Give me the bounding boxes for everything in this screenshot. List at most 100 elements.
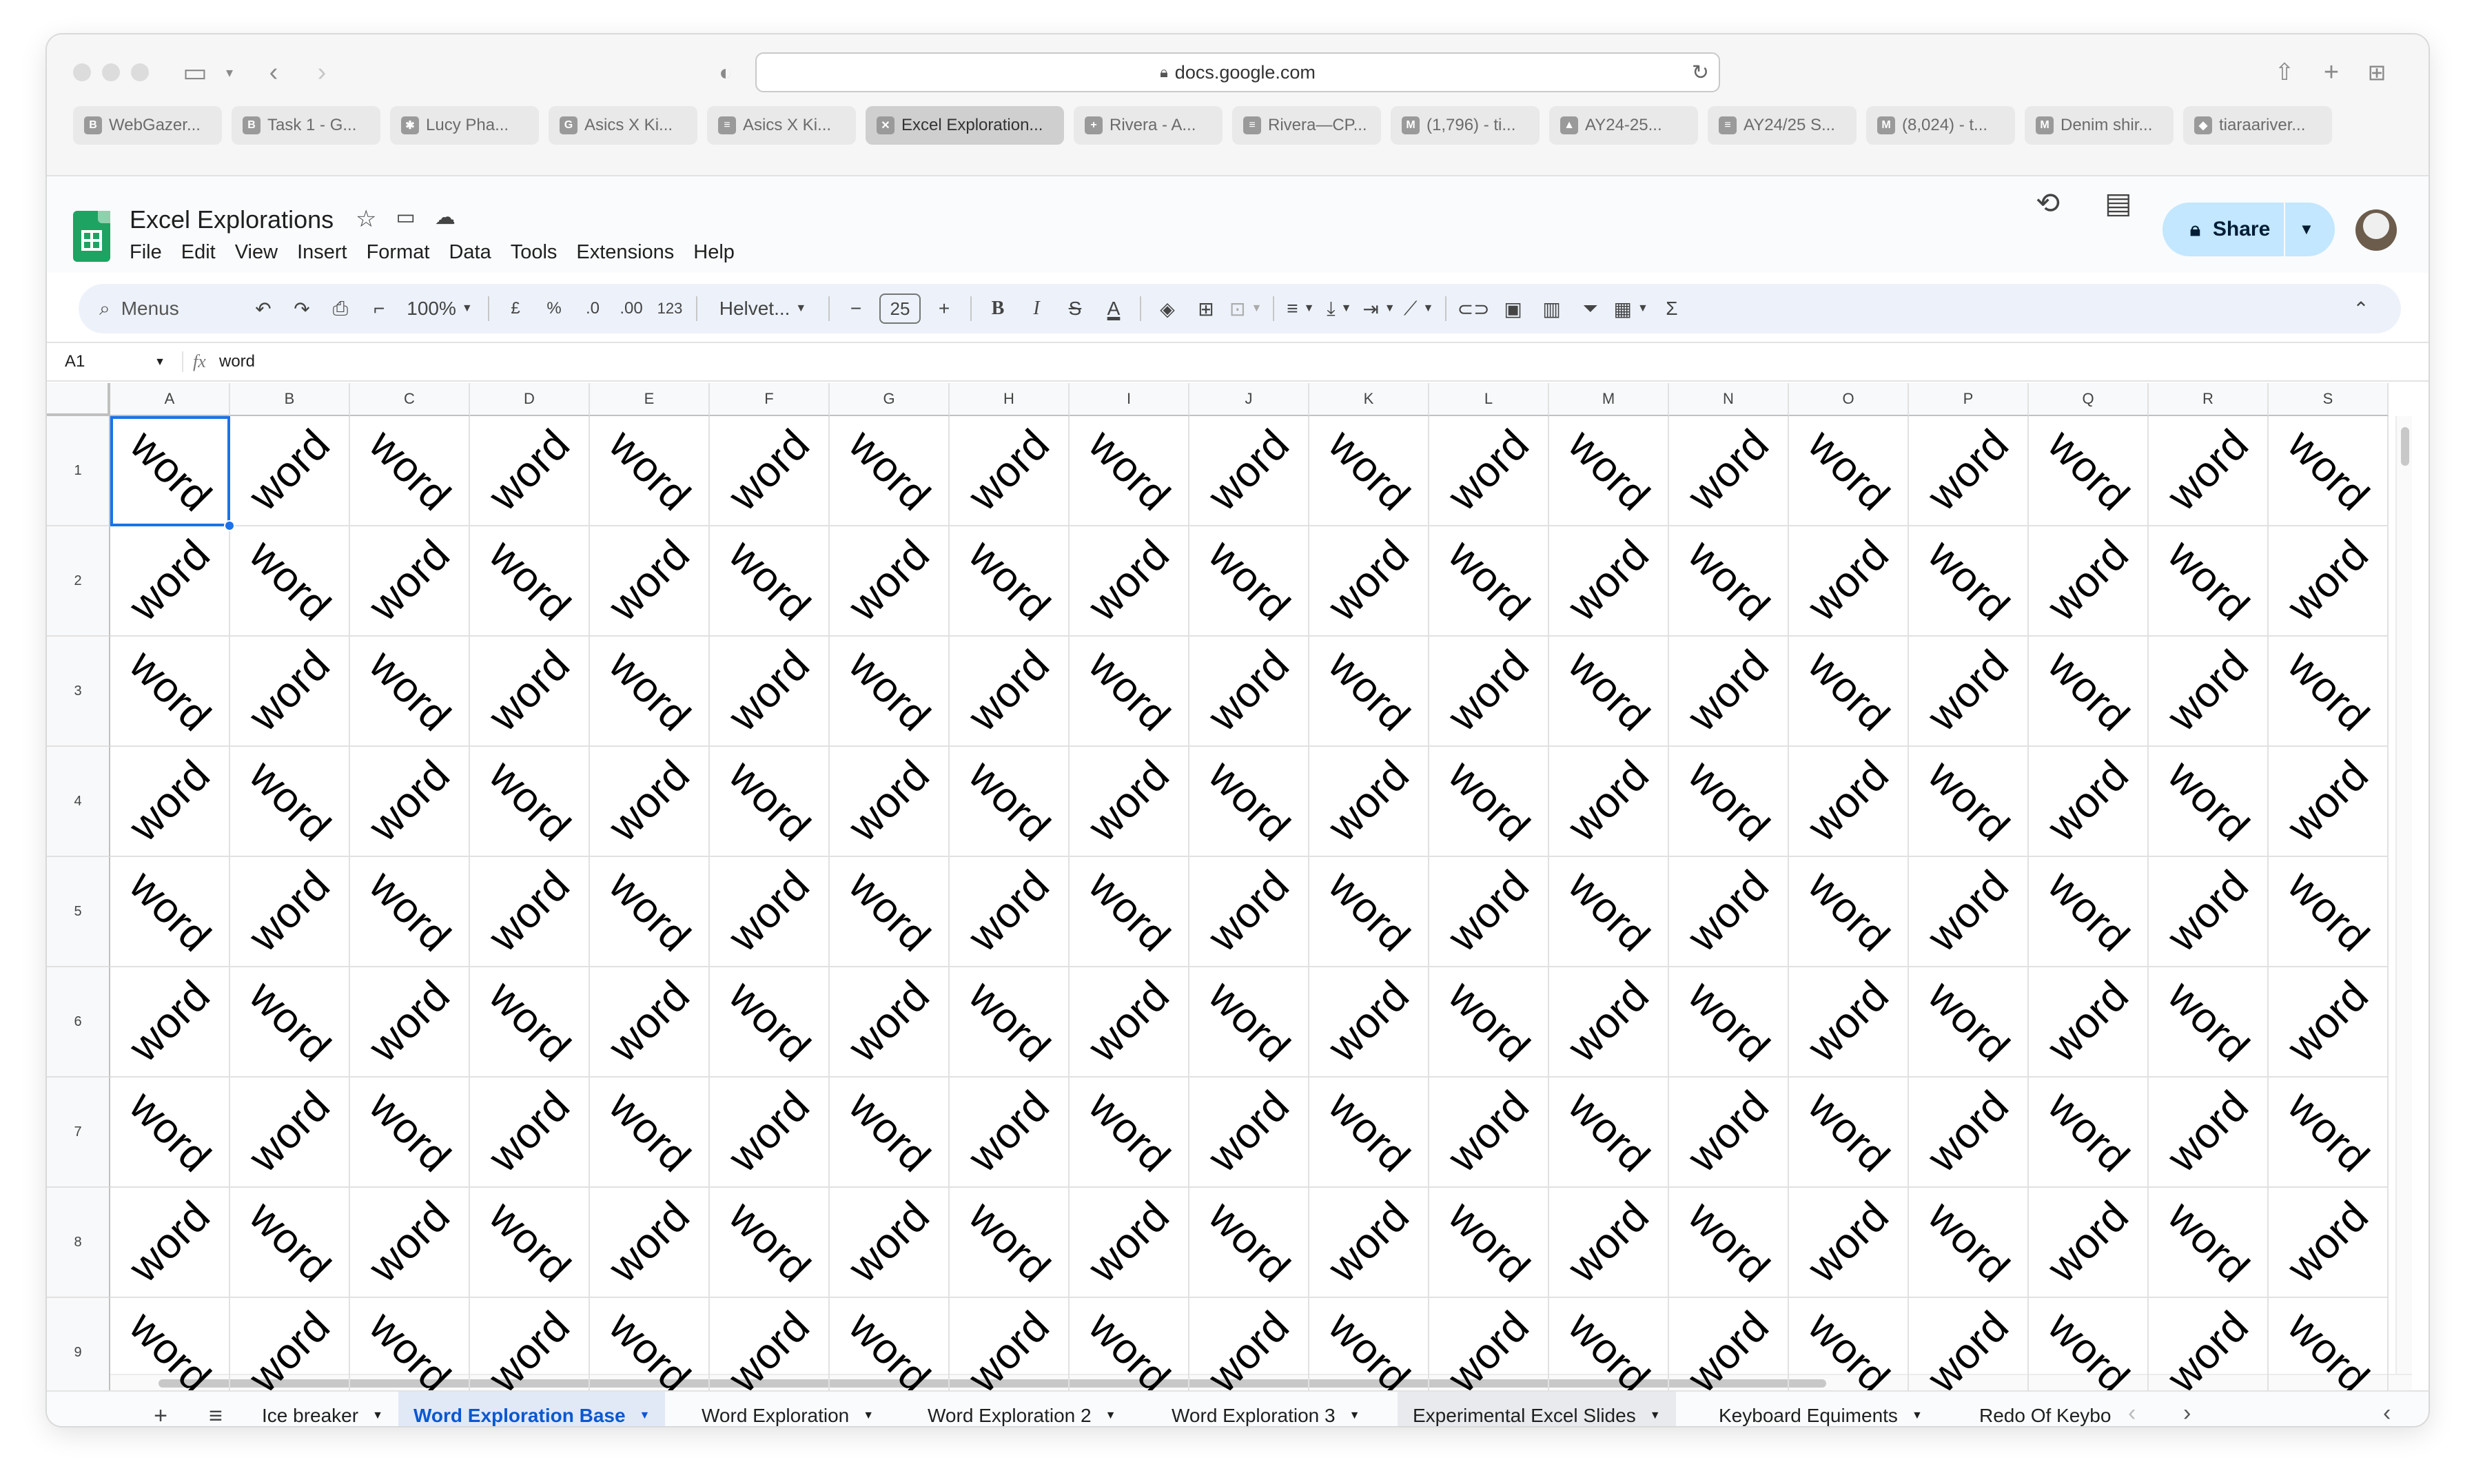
grid-cell[interactable]: word <box>950 416 1070 526</box>
currency-format-button[interactable]: £ <box>496 289 535 328</box>
document-title[interactable]: Excel Explorations <box>130 205 334 234</box>
grid-cell[interactable]: word <box>110 526 230 637</box>
browser-tab[interactable]: + Rivera - A... <box>1074 106 1223 145</box>
row-header[interactable]: 9 <box>47 1298 110 1390</box>
grid-cell[interactable]: word <box>2149 967 2269 1078</box>
column-header[interactable]: B <box>230 383 350 416</box>
grid-cell[interactable]: word <box>1189 1298 1309 1390</box>
menu-item-help[interactable]: Help <box>693 241 735 264</box>
grid-cell[interactable]: word <box>1909 637 2029 747</box>
sidebar-icon[interactable]: ▭ <box>178 55 212 90</box>
redo-icon[interactable]: ↷ <box>283 289 321 328</box>
grid-cell[interactable]: word <box>1669 747 1789 857</box>
grid-cell[interactable]: word <box>230 1188 350 1298</box>
row-header[interactable]: 5 <box>47 857 110 967</box>
browser-tab[interactable]: M (1,796) - ti... <box>1391 106 1540 145</box>
grid-cell[interactable]: word <box>1789 857 1909 967</box>
spreadsheet-grid[interactable]: A B C D E F G H I J K L M N O P Q R S 1 word word word word word… <box>47 383 2412 1390</box>
grid-cell[interactable]: word <box>830 526 950 637</box>
grid-cell[interactable]: word <box>1189 1188 1309 1298</box>
grid-cell[interactable]: word <box>2269 637 2389 747</box>
grid-cell[interactable]: word <box>2149 1078 2269 1188</box>
menu-item-file[interactable]: File <box>130 241 162 264</box>
menu-item-data[interactable]: Data <box>449 241 491 264</box>
number-format-button[interactable]: 123 <box>651 289 689 328</box>
grid-cell[interactable]: word <box>590 637 710 747</box>
filter-views-icon[interactable]: ▦ ▼ <box>1610 289 1653 328</box>
column-header[interactable]: K <box>1309 383 1429 416</box>
grid-cell[interactable]: word <box>1309 1078 1429 1188</box>
font-size-input[interactable]: 25 <box>879 293 921 324</box>
menu-item-edit[interactable]: Edit <box>181 241 216 264</box>
sheet-tab[interactable]: Word Exploration Base ▼ <box>398 1392 666 1426</box>
scroll-tabs-right-icon[interactable]: › <box>2183 1400 2191 1426</box>
grid-cell[interactable]: word <box>710 416 830 526</box>
grid-cell[interactable]: word <box>1669 1298 1789 1390</box>
grid-cell[interactable]: word <box>590 416 710 526</box>
grid-cell[interactable]: word <box>590 747 710 857</box>
grid-cell[interactable]: word <box>110 857 230 967</box>
scroll-tabs-left-icon[interactable]: ‹ <box>2128 1400 2136 1426</box>
grid-cell[interactable]: word <box>590 1188 710 1298</box>
grid-cell[interactable]: word <box>1549 857 1669 967</box>
row-header[interactable]: 4 <box>47 747 110 857</box>
grid-cell[interactable]: word <box>470 857 590 967</box>
grid-cell[interactable]: word <box>1789 1188 1909 1298</box>
grid-cell[interactable]: word <box>470 1298 590 1390</box>
chevron-down-icon[interactable]: ▼ <box>1650 1410 1661 1422</box>
grid-cell[interactable]: word <box>830 1188 950 1298</box>
column-header[interactable]: E <box>590 383 710 416</box>
merge-cells-icon[interactable]: ⊡ ▼ <box>1225 289 1266 328</box>
browser-tab[interactable]: ✱ Lucy Pha... <box>390 106 539 145</box>
increase-font-size-icon[interactable]: + <box>925 289 963 328</box>
share-dropdown-icon[interactable]: ▼ <box>2299 220 2314 238</box>
chevron-down-icon[interactable]: ▼ <box>1912 1410 1923 1422</box>
grid-cell[interactable]: word <box>1669 416 1789 526</box>
italic-button[interactable]: I <box>1017 289 1056 328</box>
grid-cell[interactable]: word <box>470 526 590 637</box>
grid-cell[interactable]: word <box>1070 967 1189 1078</box>
grid-cell[interactable]: word <box>1189 1078 1309 1188</box>
grid-cell[interactable]: word <box>950 1188 1070 1298</box>
grid-cell[interactable]: word <box>1070 1298 1189 1390</box>
menu-item-view[interactable]: View <box>235 241 278 264</box>
select-all-corner[interactable] <box>47 383 110 416</box>
grid-cell[interactable]: word <box>1549 1188 1669 1298</box>
column-header[interactable]: H <box>950 383 1070 416</box>
column-header[interactable]: L <box>1429 383 1549 416</box>
grid-cell[interactable]: word <box>230 416 350 526</box>
chevron-down-icon[interactable]: ▼ <box>372 1410 383 1422</box>
grid-cell[interactable]: word <box>1070 1078 1189 1188</box>
close-window-button[interactable] <box>73 63 91 81</box>
grid-cell[interactable]: word <box>1909 857 2029 967</box>
grid-cell[interactable]: word <box>1189 416 1309 526</box>
grid-cell[interactable]: word <box>950 747 1070 857</box>
sheet-tab[interactable]: Word Exploration 3 ▼ <box>1156 1392 1375 1426</box>
comments-icon[interactable]: ▤ <box>2105 186 2132 220</box>
row-header[interactable]: 8 <box>47 1188 110 1298</box>
column-header[interactable]: Q <box>2029 383 2149 416</box>
reload-icon[interactable]: ↻ <box>1692 61 1709 85</box>
grid-cell[interactable]: word <box>350 747 470 857</box>
menu-item-tools[interactable]: Tools <box>511 241 558 264</box>
sheet-tab[interactable]: Word Exploration 2 ▼ <box>912 1392 1131 1426</box>
grid-cell[interactable]: word <box>1549 416 1669 526</box>
column-header[interactable]: O <box>1789 383 1909 416</box>
collapse-toolbar-icon[interactable]: ⌃ <box>2342 289 2380 328</box>
grid-cell[interactable]: word <box>1789 416 1909 526</box>
zoom-window-button[interactable] <box>131 63 149 81</box>
grid-cell[interactable]: word <box>350 857 470 967</box>
decrease-font-size-icon[interactable]: − <box>837 289 875 328</box>
chevron-down-icon[interactable]: ▼ <box>1349 1410 1360 1422</box>
grid-cell[interactable]: word <box>1909 1298 2029 1390</box>
grid-cell[interactable]: word <box>1429 1078 1549 1188</box>
formula-input[interactable]: word <box>219 352 255 371</box>
print-icon[interactable]: ⎙ <box>321 289 360 328</box>
row-header[interactable]: 1 <box>47 416 110 526</box>
row-header[interactable]: 3 <box>47 637 110 747</box>
grid-cell[interactable]: word <box>2149 416 2269 526</box>
grid-cell[interactable]: word <box>2029 1078 2149 1188</box>
add-sheet-icon[interactable]: + <box>143 1399 178 1427</box>
chevron-down-icon[interactable]: ▼ <box>1105 1410 1116 1422</box>
cloud-status-icon[interactable]: ☁ <box>435 205 456 233</box>
